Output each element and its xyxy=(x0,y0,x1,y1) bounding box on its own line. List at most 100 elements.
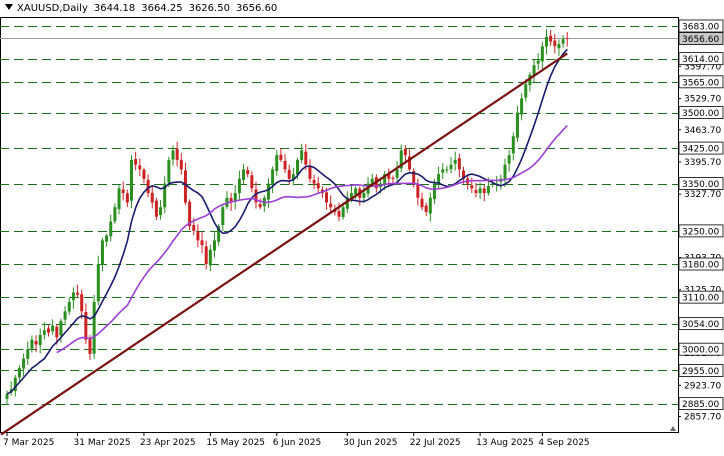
candle xyxy=(204,246,208,265)
candle xyxy=(183,170,187,203)
candle xyxy=(395,169,399,178)
level-label: 3683.00 xyxy=(682,22,719,32)
candle xyxy=(362,193,366,198)
candle xyxy=(312,180,316,184)
level-label: 3110.00 xyxy=(682,294,719,304)
candle xyxy=(478,188,482,194)
x-axis-label: 31 Mar 2025 xyxy=(74,438,131,448)
candle xyxy=(138,165,142,170)
level-label: 3565.00 xyxy=(682,78,719,88)
candle xyxy=(5,394,9,399)
candle xyxy=(275,155,279,171)
candle xyxy=(59,320,63,336)
price-chart[interactable]: 3656.603597.703529.703463.703395.703327.… xyxy=(0,0,724,452)
candle xyxy=(474,190,478,194)
candle xyxy=(266,183,270,200)
candle xyxy=(553,40,557,47)
current-price-label: 3656.60 xyxy=(682,35,719,45)
level-label: 3350.00 xyxy=(682,180,719,190)
x-axis-label: 15 May 2025 xyxy=(206,438,265,448)
chart-shift-icon xyxy=(670,426,676,431)
candle xyxy=(515,112,519,138)
candle xyxy=(208,249,212,266)
candle xyxy=(92,301,96,354)
open-value: 3644.18 xyxy=(93,3,136,14)
level-label: 3425.00 xyxy=(682,145,719,155)
level-label: 3000.00 xyxy=(682,346,719,356)
candle xyxy=(486,185,490,194)
candle xyxy=(142,169,146,179)
low-value: 3626.50 xyxy=(188,3,230,14)
candle xyxy=(296,159,299,175)
x-axis-label: 22 Jul 2025 xyxy=(410,438,461,448)
candle xyxy=(482,188,486,194)
candle xyxy=(233,193,237,202)
candle xyxy=(196,231,200,241)
candle xyxy=(441,169,445,173)
level-label: 3250.00 xyxy=(682,227,719,237)
candle xyxy=(403,148,407,156)
candle xyxy=(200,240,204,246)
candle xyxy=(457,158,461,170)
candle xyxy=(34,340,38,345)
symbol-label: XAUUSD,Daily xyxy=(17,3,88,14)
y-axis-tick-label: 3529.70 xyxy=(684,95,721,105)
candle xyxy=(453,159,457,164)
candle xyxy=(159,207,163,216)
candle xyxy=(549,35,553,42)
candle xyxy=(154,200,158,217)
candle xyxy=(246,170,250,175)
chart-header: XAUUSD,Daily 3644.18 3664.25 3626.50 3656.60 xyxy=(5,3,283,14)
candle xyxy=(26,349,30,359)
candle xyxy=(271,169,275,186)
candle xyxy=(213,240,216,251)
candle xyxy=(150,192,154,203)
candle xyxy=(237,178,241,194)
candle xyxy=(88,338,92,354)
y-axis-tick-label: 2857.70 xyxy=(684,413,721,423)
candle xyxy=(80,294,84,312)
candle xyxy=(258,204,262,208)
y-axis-tick-label: 3463.70 xyxy=(684,126,721,136)
candle xyxy=(167,159,171,183)
candle xyxy=(171,150,175,160)
candle xyxy=(304,151,308,165)
high-value: 3664.25 xyxy=(141,3,183,14)
candle xyxy=(329,203,333,208)
candle xyxy=(416,183,420,198)
candle xyxy=(42,330,46,335)
candle xyxy=(337,211,341,217)
candle xyxy=(503,164,507,180)
candle xyxy=(316,183,320,189)
x-axis-label: 30 Jun 2025 xyxy=(343,438,397,448)
candle xyxy=(250,175,254,189)
x-axis-label: 4 Sep 2025 xyxy=(538,438,589,448)
level-label: 2885.00 xyxy=(682,400,719,410)
chart-canvas[interactable]: 3656.603597.703529.703463.703395.703327.… xyxy=(0,0,724,452)
candle xyxy=(242,169,246,180)
level-label: 3054.00 xyxy=(682,320,719,330)
candle xyxy=(287,169,291,179)
candle xyxy=(424,205,428,212)
candle xyxy=(279,154,283,160)
candle xyxy=(134,159,138,165)
candle xyxy=(175,148,179,160)
candle xyxy=(67,301,71,312)
candle xyxy=(420,198,424,208)
candle xyxy=(179,160,183,170)
y-axis-tick-label: 3395.70 xyxy=(684,158,721,168)
candle xyxy=(325,192,329,203)
candle xyxy=(96,264,100,302)
collapse-triangle-icon[interactable] xyxy=(5,4,13,10)
candle xyxy=(192,225,196,231)
candle xyxy=(221,207,225,225)
candle xyxy=(38,334,42,346)
candle xyxy=(300,150,304,160)
close-value: 3656.60 xyxy=(235,3,278,14)
candle xyxy=(391,177,395,179)
candle xyxy=(536,60,540,64)
candle xyxy=(432,183,436,200)
candle xyxy=(565,38,569,40)
candle xyxy=(100,240,104,265)
candle xyxy=(22,358,26,369)
